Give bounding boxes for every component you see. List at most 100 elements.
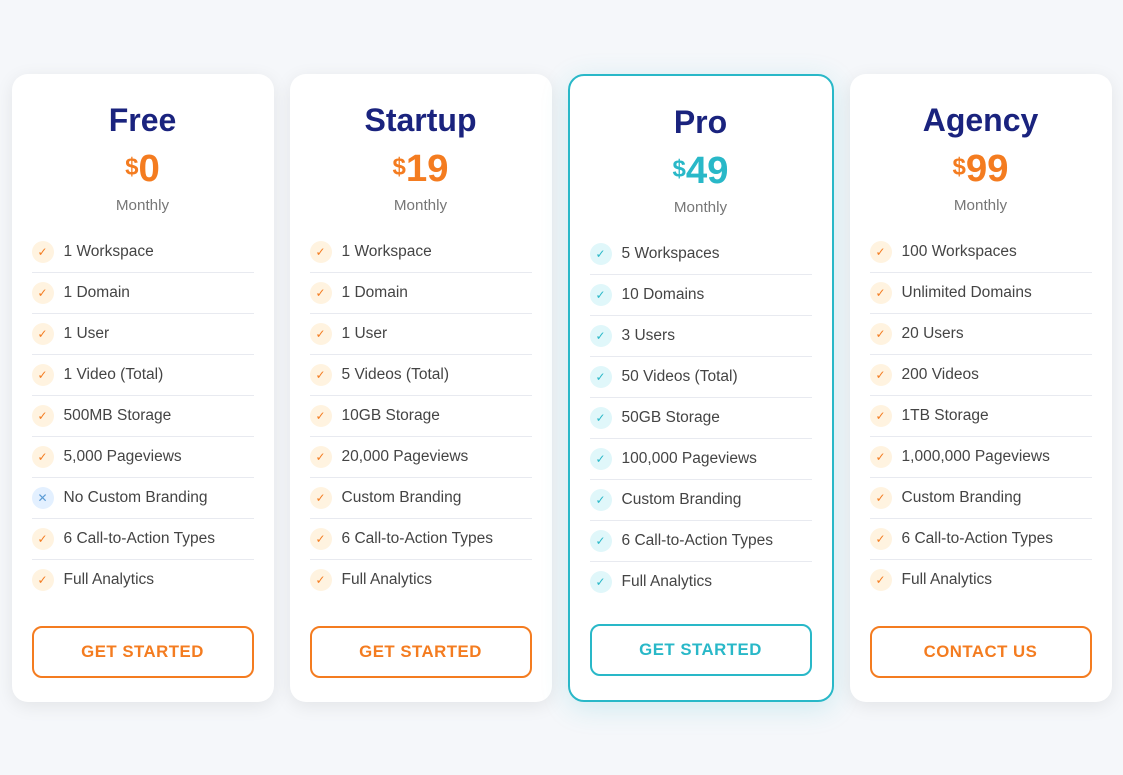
check-icon: ✓ <box>590 530 612 552</box>
plan-price-row-startup: $19 <box>310 147 532 191</box>
check-icon: ✓ <box>32 364 54 386</box>
pricing-container: Free$0Monthly✓1 Workspace✓1 Domain✓1 Use… <box>12 74 1112 702</box>
list-item: ✓ 1 Workspace <box>32 232 254 273</box>
check-icon: ✓ <box>32 528 54 550</box>
list-item: ✓ Full Analytics <box>590 562 812 602</box>
check-icon: ✓ <box>310 364 332 386</box>
feature-text: Custom Branding <box>622 491 742 509</box>
plan-name-agency: Agency <box>870 102 1092 139</box>
check-icon: ✓ <box>310 282 332 304</box>
feature-text: 6 Call-to-Action Types <box>902 530 1054 548</box>
check-icon: ✓ <box>590 325 612 347</box>
plan-period-agency: Monthly <box>870 197 1092 214</box>
list-item: ✓ 500MB Storage <box>32 396 254 437</box>
price-amount-free: 0 <box>139 147 160 190</box>
price-amount-startup: 19 <box>406 147 449 190</box>
list-item: ✓Full Analytics <box>870 560 1092 600</box>
list-item: ✓ 1 User <box>32 314 254 355</box>
check-icon: ✓ <box>590 571 612 593</box>
plan-period-startup: Monthly <box>310 197 532 214</box>
list-item: ✓50 Videos (Total) <box>590 357 812 398</box>
price-amount-pro: 49 <box>686 149 729 192</box>
feature-text: 1 Workspace <box>342 243 432 261</box>
feature-text: 20,000 Pageviews <box>342 448 469 466</box>
feature-text: 5 Workspaces <box>622 245 720 263</box>
list-item: ✓1 User <box>310 314 532 355</box>
check-icon: ✓ <box>310 446 332 468</box>
feature-text: 100 Workspaces <box>902 243 1017 261</box>
check-icon: ✓ <box>32 241 54 263</box>
feature-text: 1TB Storage <box>902 407 989 425</box>
list-item: ✓ 6 Call-to-Action Types <box>310 519 532 560</box>
feature-text: 6 Call-to-Action Types <box>342 530 494 548</box>
cta-button-free[interactable]: GET STARTED <box>32 626 254 678</box>
check-icon: ✓ <box>590 489 612 511</box>
list-item: ✓ 6 Call-to-Action Types <box>870 519 1092 560</box>
feature-text: 6 Call-to-Action Types <box>622 532 774 550</box>
check-icon: ✓ <box>310 241 332 263</box>
list-item: ✓Full Analytics <box>32 560 254 600</box>
check-icon: ✓ <box>32 323 54 345</box>
feature-list-startup: ✓ 1 Workspace ✓ 1 Domain ✓1 User ✓ 5 Videos (T… <box>310 232 532 604</box>
feature-text: 10GB Storage <box>342 407 440 425</box>
check-icon: ✓ <box>590 284 612 306</box>
list-item: ✓ 5 Videos (Total) <box>310 355 532 396</box>
list-item: ✓200 Videos <box>870 355 1092 396</box>
plan-card-free: Free$0Monthly✓1 Workspace✓1 Domain✓1 Use… <box>12 74 274 702</box>
list-item: ✓5 Workspaces <box>590 234 812 275</box>
check-icon: ✓ <box>590 366 612 388</box>
list-item: ✓100 Workspaces <box>870 232 1092 273</box>
plan-period-free: Monthly <box>32 197 254 214</box>
feature-list-agency: ✓100 Workspaces✓Unlimited Domains✓20 Use… <box>870 232 1092 604</box>
list-item: ✓1TB Storage <box>870 396 1092 437</box>
feature-text: Custom Branding <box>342 489 462 507</box>
plan-name-free: Free <box>32 102 254 139</box>
list-item: ✓ 1 Domain <box>310 273 532 314</box>
cta-button-agency[interactable]: CONTACT US <box>870 626 1092 678</box>
list-item: ✓ 1 Workspace <box>310 232 532 273</box>
cta-button-pro[interactable]: GET STARTED <box>590 624 812 676</box>
check-icon: ✓ <box>870 446 892 468</box>
feature-text: 1,000,000 Pageviews <box>902 448 1050 466</box>
list-item: ✓Unlimited Domains <box>870 273 1092 314</box>
plan-price-row-free: $0 <box>32 147 254 191</box>
list-item: ✓3 Users <box>590 316 812 357</box>
price-dollar-agency: $ <box>952 153 965 180</box>
feature-text: Custom Branding <box>902 489 1022 507</box>
plan-name-pro: Pro <box>590 104 812 141</box>
feature-text: 1 Domain <box>342 284 408 302</box>
check-icon: ✓ <box>870 528 892 550</box>
list-item: ✓1 Domain <box>32 273 254 314</box>
list-item: ✓50GB Storage <box>590 398 812 439</box>
list-item: ✓5,000 Pageviews <box>32 437 254 478</box>
feature-text: 5 Videos (Total) <box>342 366 450 384</box>
check-icon: ✓ <box>32 282 54 304</box>
feature-text: Unlimited Domains <box>902 284 1032 302</box>
cta-button-startup[interactable]: GET STARTED <box>310 626 532 678</box>
feature-list-free: ✓1 Workspace✓1 Domain✓1 User✓1 Video (To… <box>32 232 254 604</box>
feature-text: 1 Workspace <box>64 243 154 261</box>
check-icon: ✓ <box>590 448 612 470</box>
list-item: ✓ Custom Branding <box>590 480 812 521</box>
list-item: ✓6 Call-to-Action Types <box>32 519 254 560</box>
feature-text: No Custom Branding <box>64 489 208 507</box>
feature-text: Full Analytics <box>902 571 993 589</box>
check-icon: ✓ <box>310 528 332 550</box>
list-item: ✕No Custom Branding <box>32 478 254 519</box>
feature-text: 1 User <box>64 325 110 343</box>
list-item: ✓Full Analytics <box>310 560 532 600</box>
list-item: ✓20 Users <box>870 314 1092 355</box>
check-icon: ✓ <box>32 405 54 427</box>
check-icon: ✓ <box>310 487 332 509</box>
feature-text: Full Analytics <box>622 573 713 591</box>
plan-price-row-agency: $99 <box>870 147 1092 191</box>
price-dollar-free: $ <box>125 153 138 180</box>
list-item: ✓ 20,000 Pageviews <box>310 437 532 478</box>
plan-name-startup: Startup <box>310 102 532 139</box>
list-item: ✓ 6 Call-to-Action Types <box>590 521 812 562</box>
feature-text: 500MB Storage <box>64 407 172 425</box>
feature-list-pro: ✓5 Workspaces✓10 Domains✓3 Users✓50 Vide… <box>590 234 812 602</box>
check-icon: ✓ <box>870 487 892 509</box>
plan-card-agency: Agency$99Monthly✓100 Workspaces✓Unlimite… <box>850 74 1112 702</box>
feature-text: 5,000 Pageviews <box>64 448 182 466</box>
